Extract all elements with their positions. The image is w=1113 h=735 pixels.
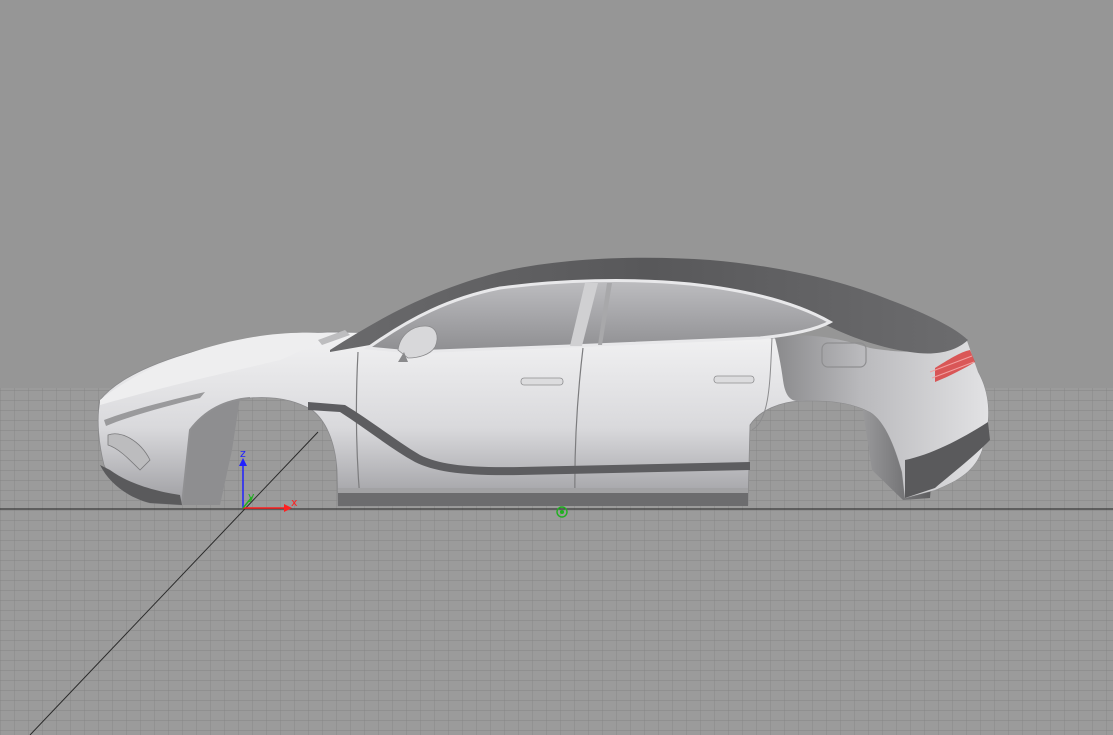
z-axis-label: z: [240, 447, 246, 460]
y-axis-label: y: [248, 490, 255, 503]
3d-viewport[interactable]: z x y: [0, 0, 1113, 735]
x-axis-label: x: [291, 496, 298, 509]
scene-canvas[interactable]: z x y: [0, 0, 1113, 735]
